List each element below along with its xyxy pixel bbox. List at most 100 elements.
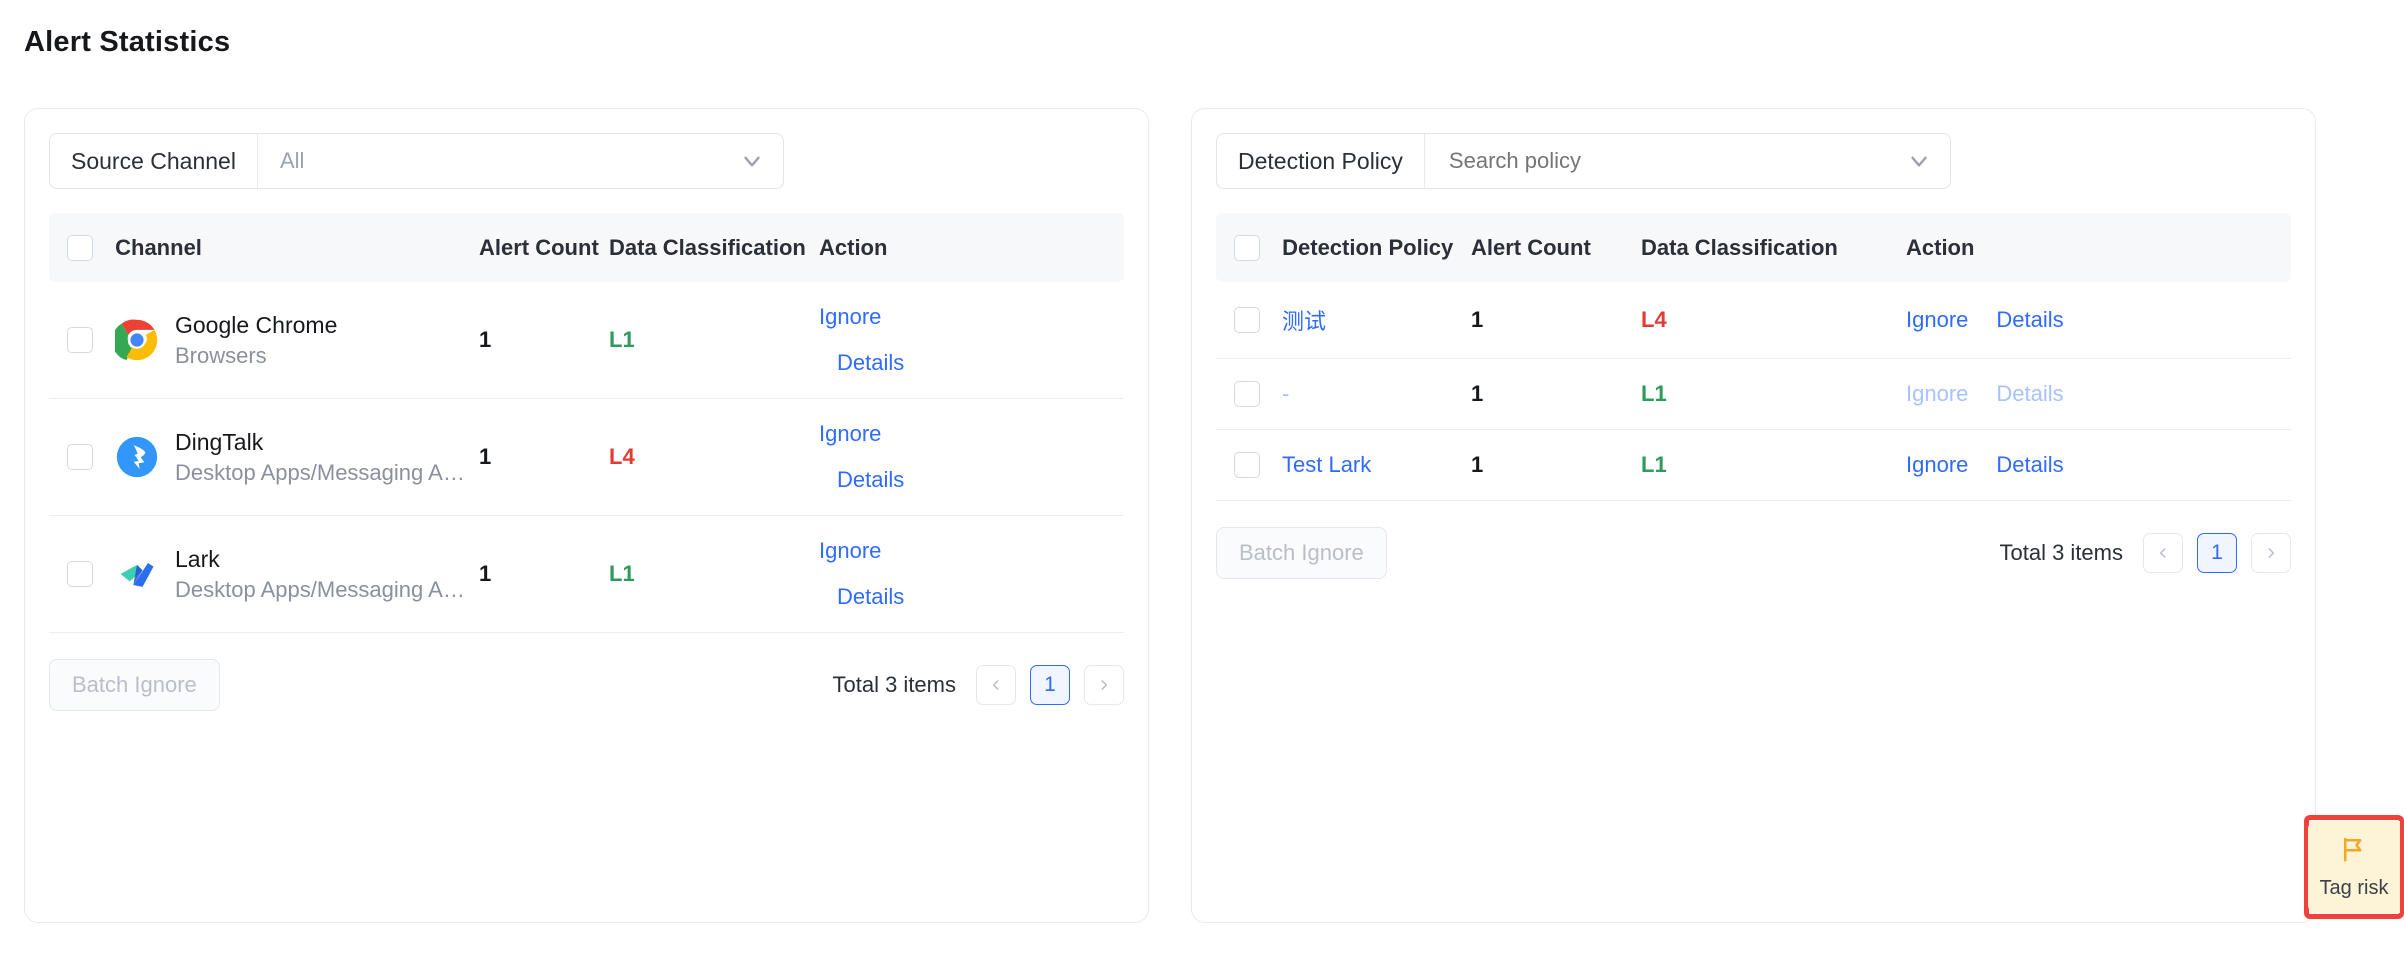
channel-category: Desktop Apps/Messaging A… bbox=[175, 459, 465, 485]
alert-count-column-label: Alert Count bbox=[1471, 213, 1641, 283]
policy-name-cell: 测试 bbox=[1216, 282, 1471, 360]
action-cell: Ignore Details bbox=[1906, 358, 2291, 431]
channel-table-wrapper: Channel Alert Count Data Classification … bbox=[49, 213, 1124, 634]
policy-name-cell: Test Lark bbox=[1216, 429, 1471, 502]
tag-risk-button[interactable]: Tag risk bbox=[2308, 821, 2400, 913]
row-checkbox[interactable] bbox=[1234, 307, 1260, 334]
policy-table: Detection Policy Alert Count Data Classi… bbox=[1216, 213, 2291, 502]
detection-policy-filter[interactable]: Detection Policy bbox=[1216, 133, 1951, 189]
details-link[interactable]: Details bbox=[837, 350, 904, 376]
ignore-link[interactable]: Ignore bbox=[819, 304, 881, 330]
table-row[interactable]: Test Lark 1 L1 Ignore Details bbox=[1216, 429, 2291, 502]
detection-policy-search-select[interactable] bbox=[1425, 134, 1950, 188]
policy-table-footer: Batch Ignore Total 3 items 1 bbox=[1216, 527, 2291, 580]
row-checkbox[interactable] bbox=[67, 561, 93, 588]
batch-ignore-button[interactable]: Batch Ignore bbox=[1216, 527, 1387, 580]
detection-policy-card: Detection Policy Detection Policy bbox=[1191, 108, 2316, 923]
alert-statistics-page: Alert Statistics Source Channel All Chan… bbox=[0, 0, 2404, 962]
channel-cell: Lark Desktop Apps/Messaging A… bbox=[49, 515, 479, 634]
channel-table-footer: Batch Ignore Total 3 items 1 bbox=[49, 659, 1124, 712]
prev-page-button[interactable] bbox=[2143, 533, 2183, 574]
chevron-down-icon bbox=[739, 148, 765, 174]
tag-risk-label: Tag risk bbox=[2319, 877, 2389, 899]
policy-name-cell: - bbox=[1216, 358, 1471, 431]
alert-count-cell: 1 bbox=[1471, 358, 1641, 431]
alert-count-cell: 1 bbox=[1471, 429, 1641, 502]
total-items-label: Total 3 items bbox=[832, 672, 957, 698]
cards-container: Source Channel All Channel Alert Count D… bbox=[24, 108, 2316, 923]
policy-name-link[interactable]: Test Lark bbox=[1282, 452, 1371, 478]
page-number-button[interactable]: 1 bbox=[1030, 665, 1070, 706]
details-link[interactable]: Details bbox=[837, 467, 904, 493]
details-link[interactable]: Details bbox=[837, 584, 904, 610]
action-cell: Ignore Details bbox=[1906, 429, 2291, 502]
next-page-button[interactable] bbox=[2251, 533, 2291, 574]
alert-count-column-label: Alert Count bbox=[479, 213, 609, 283]
detection-policy-column-label: Detection Policy bbox=[1282, 235, 1454, 261]
prev-page-button[interactable] bbox=[976, 665, 1016, 706]
policy-name-link[interactable]: 测试 bbox=[1282, 304, 1326, 336]
flag-icon bbox=[2339, 834, 2369, 869]
google-chrome-icon bbox=[111, 318, 159, 362]
ignore-link[interactable]: Ignore bbox=[819, 421, 881, 447]
details-link[interactable]: Details bbox=[1996, 452, 2063, 478]
table-row[interactable]: DingTalk Desktop Apps/Messaging A… 1 L4 … bbox=[49, 398, 1124, 517]
channel-table: Channel Alert Count Data Classification … bbox=[49, 213, 1124, 634]
search-policy-input[interactable] bbox=[1446, 147, 1874, 175]
policy-name-link: - bbox=[1282, 381, 1290, 407]
action-cell: Ignore Details bbox=[819, 515, 1124, 634]
ignore-link[interactable]: Ignore bbox=[819, 538, 881, 564]
table-row[interactable]: - 1 L1 Ignore Details bbox=[1216, 358, 2291, 431]
row-checkbox[interactable] bbox=[67, 444, 93, 471]
detection-policy-header-cell: Detection Policy bbox=[1216, 213, 1471, 283]
action-cell: Ignore Details bbox=[819, 282, 1124, 400]
channel-identity: Google Chrome Browsers bbox=[111, 312, 337, 369]
data-classification-column-label: Data Classification bbox=[609, 213, 819, 283]
source-channel-filter[interactable]: Source Channel All bbox=[49, 133, 784, 189]
alert-count-cell: 1 bbox=[479, 398, 609, 517]
page-title: Alert Statistics bbox=[24, 26, 231, 58]
data-classification-cell: L4 bbox=[1641, 282, 1906, 360]
ignore-link[interactable]: Ignore bbox=[1906, 452, 1968, 478]
total-items-label: Total 3 items bbox=[1999, 540, 2124, 566]
data-classification-column-label: Data Classification bbox=[1641, 213, 1906, 283]
channel-cell: DingTalk Desktop Apps/Messaging A… bbox=[49, 398, 479, 517]
channel-header-cell: Channel bbox=[49, 213, 479, 283]
source-channel-select[interactable]: All bbox=[258, 134, 783, 188]
channel-category: Desktop Apps/Messaging A… bbox=[175, 576, 465, 602]
row-checkbox[interactable] bbox=[1234, 452, 1260, 479]
page-number-button[interactable]: 1 bbox=[2197, 533, 2237, 574]
select-all-policies-checkbox[interactable] bbox=[1234, 235, 1260, 262]
channel-column-label: Channel bbox=[115, 235, 202, 261]
action-column-label: Action bbox=[1906, 213, 2291, 283]
pagination: Total 3 items 1 bbox=[832, 665, 1124, 706]
action-cell: Ignore Details bbox=[819, 398, 1124, 517]
table-row[interactable]: Google Chrome Browsers 1 L1 Ignore Detai… bbox=[49, 282, 1124, 400]
channel-category: Browsers bbox=[175, 342, 267, 368]
select-all-channels-checkbox[interactable] bbox=[67, 235, 93, 262]
channel-identity: Lark Desktop Apps/Messaging A… bbox=[115, 546, 465, 603]
ignore-link[interactable]: Ignore bbox=[1906, 307, 1968, 333]
next-page-button[interactable] bbox=[1084, 665, 1124, 706]
batch-ignore-button[interactable]: Batch Ignore bbox=[49, 659, 220, 712]
table-row[interactable]: Lark Desktop Apps/Messaging A… 1 L1 Igno… bbox=[49, 515, 1124, 634]
row-checkbox[interactable] bbox=[67, 327, 93, 354]
data-classification-cell: L4 bbox=[609, 398, 819, 517]
details-link[interactable]: Details bbox=[1996, 307, 2063, 333]
data-classification-cell: L1 bbox=[609, 282, 819, 400]
data-classification-cell: L1 bbox=[609, 515, 819, 634]
alert-count-cell: 1 bbox=[1471, 282, 1641, 360]
channel-cell: Google Chrome Browsers bbox=[49, 282, 479, 400]
channel-table-body: Google Chrome Browsers 1 L1 Ignore Detai… bbox=[49, 282, 1124, 634]
source-channel-card: Source Channel All Channel Alert Count D… bbox=[24, 108, 1149, 923]
dingtalk-icon bbox=[115, 435, 159, 479]
source-channel-filter-label: Source Channel bbox=[50, 134, 258, 188]
policy-table-header-row: Detection Policy Alert Count Data Classi… bbox=[1216, 213, 2291, 283]
pagination: Total 3 items 1 bbox=[1999, 533, 2291, 574]
channel-name: DingTalk bbox=[175, 428, 264, 455]
data-classification-cell: L1 bbox=[1641, 358, 1906, 431]
details-link: Details bbox=[1996, 381, 2064, 407]
chevron-down-icon bbox=[1906, 148, 1932, 174]
row-checkbox[interactable] bbox=[1234, 381, 1260, 408]
table-row[interactable]: 测试 1 L4 Ignore Details bbox=[1216, 282, 2291, 360]
